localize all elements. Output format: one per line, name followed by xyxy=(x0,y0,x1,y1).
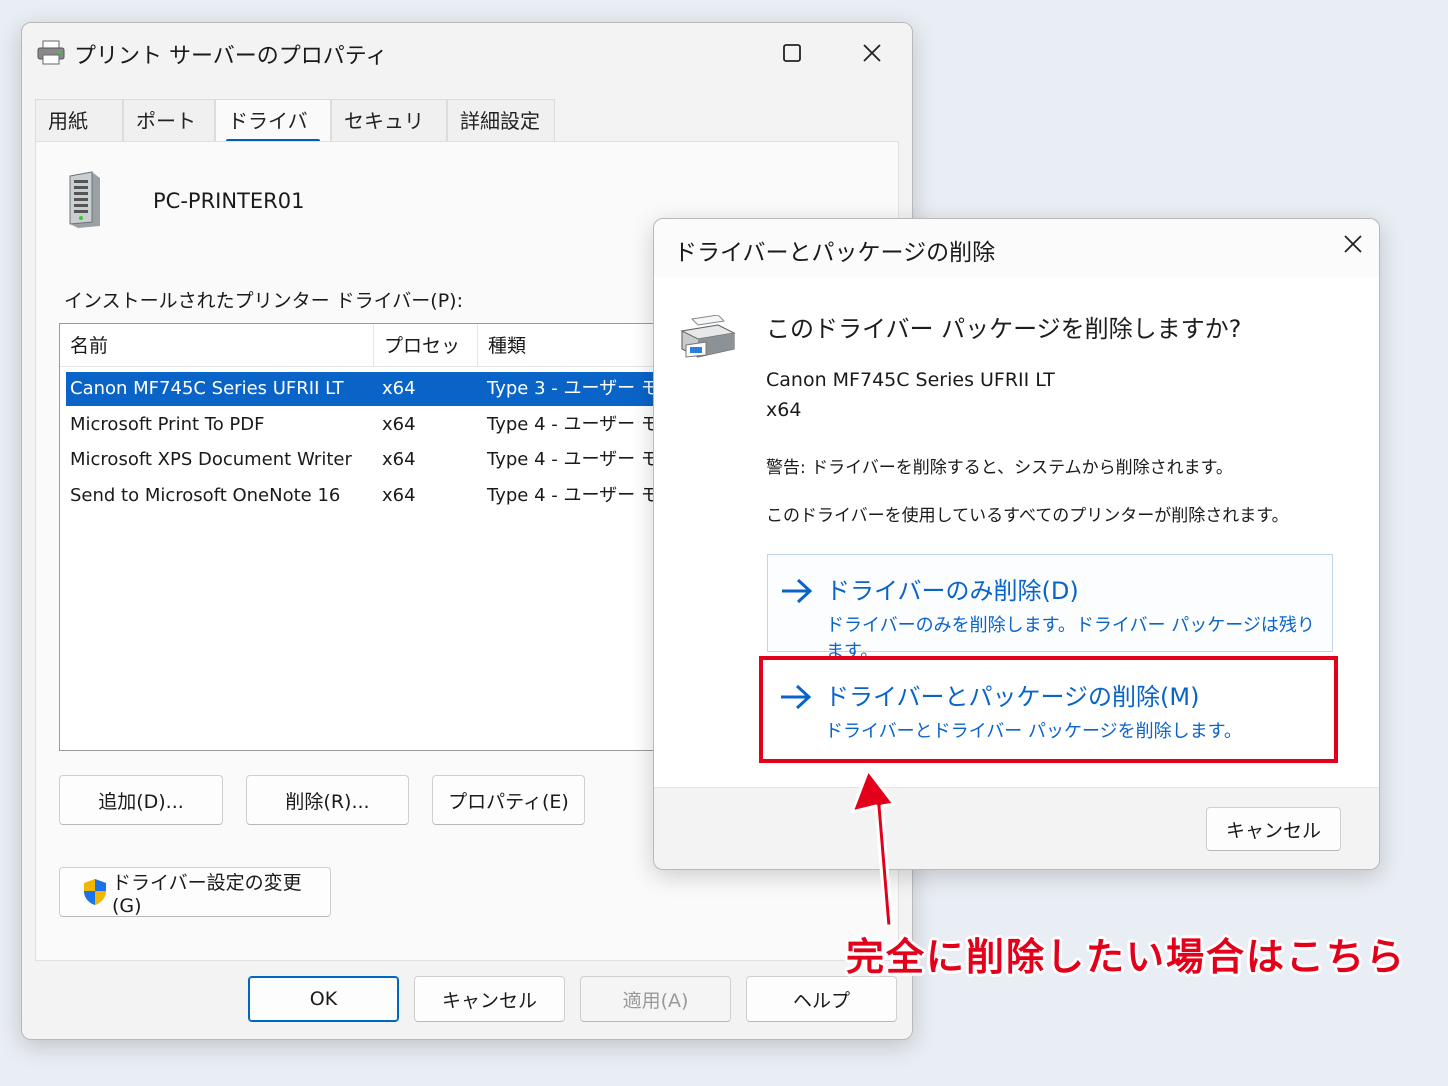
tab-label: ポート xyxy=(136,109,196,133)
tab-label: 詳細設定 xyxy=(460,109,540,133)
column-header-name[interactable]: 名前 xyxy=(60,324,374,366)
driver-list[interactable]: 名前 プロセッサ 種類 Canon MF745C Series UFRII LT… xyxy=(59,323,701,751)
ok-button[interactable]: OK xyxy=(248,976,399,1022)
driver-name: Microsoft Print To PDF xyxy=(70,414,265,435)
help-button[interactable]: ヘルプ xyxy=(746,976,897,1022)
printer-icon xyxy=(36,40,66,70)
tab-advanced[interactable]: 詳細設定 xyxy=(447,99,555,141)
dialog-close-button[interactable] xyxy=(1343,231,1363,261)
table-row[interactable]: Microsoft Print To PDF x64 Type 4 - ユーザー… xyxy=(66,408,700,442)
printer-icon xyxy=(678,314,738,367)
tab-label: 用紙 xyxy=(48,109,88,133)
maximize-icon xyxy=(783,44,801,62)
remove-driver-button[interactable]: 削除(R)... xyxy=(246,775,409,825)
dialog-driver-name: Canon MF745C Series UFRII LT xyxy=(766,369,1055,391)
arrow-right-icon xyxy=(780,577,814,609)
driver-name: Canon MF745C Series UFRII LT xyxy=(70,378,344,399)
driver-name: Microsoft XPS Document Writer xyxy=(70,449,352,470)
add-driver-button[interactable]: 追加(D)... xyxy=(59,775,223,825)
change-driver-settings-button[interactable]: ドライバー設定の変更(G) xyxy=(59,867,331,917)
warning-text: 警告: ドライバーを削除すると、システムから削除されます。 xyxy=(766,458,1233,478)
driver-processor: x64 xyxy=(382,414,416,435)
dialog-question: このドライバー パッケージを削除しますか? xyxy=(766,315,1242,343)
tab-security[interactable]: セキュリティ xyxy=(331,99,447,175)
driver-processor: x64 xyxy=(382,449,416,470)
table-row[interactable]: Send to Microsoft OneNote 16 x64 Type 4 … xyxy=(66,479,700,513)
warning-text-printers: このドライバーを使用しているすべてのプリンターが削除されます。 xyxy=(766,506,1289,526)
tab-paper[interactable]: 用紙 xyxy=(35,99,123,141)
dialog-driver-arch: x64 xyxy=(766,399,802,421)
remove-driver-package-dialog: ドライバーとパッケージの削除 このドライバー パッケージを削除しますか? Can… xyxy=(653,218,1380,870)
close-icon xyxy=(1344,235,1362,253)
driver-processor: x64 xyxy=(382,378,416,399)
list-header: 名前 プロセッサ 種類 xyxy=(60,324,700,401)
column-header-processor[interactable]: プロセッサ xyxy=(374,324,478,401)
option-title: ドライバーのみ削除(D) xyxy=(826,577,1079,605)
table-row[interactable]: Microsoft XPS Document Writer x64 Type 4… xyxy=(66,443,700,477)
dialog-cancel-button[interactable]: キャンセル xyxy=(1206,807,1341,851)
driver-name: Send to Microsoft OneNote 16 xyxy=(70,485,341,506)
tab-ports[interactable]: ポート xyxy=(123,99,215,141)
driver-processor: x64 xyxy=(382,485,416,506)
close-icon xyxy=(863,44,881,62)
annotation-text: 完全に削除したい場合はこちら xyxy=(846,935,1407,979)
column-label: 名前 xyxy=(70,335,109,357)
window-title: プリント サーバーのプロパティ xyxy=(74,44,388,69)
title-bar: プリント サーバーのプロパティ xyxy=(22,23,912,83)
cancel-button[interactable]: キャンセル xyxy=(414,976,565,1022)
tab-drivers[interactable]: ドライバー xyxy=(215,99,331,175)
driver-properties-button[interactable]: プロパティ(E) xyxy=(432,775,585,825)
remove-driver-only-option[interactable]: ドライバーのみ削除(D) ドライバーのみを削除します。ドライバー パッケージは残… xyxy=(767,554,1333,662)
installed-drivers-label: インストールされたプリンター ドライバー(P): xyxy=(64,290,463,312)
change-settings-label: ドライバー設定の変更(G) xyxy=(112,871,302,917)
apply-button[interactable]: 適用(A) xyxy=(580,976,731,1022)
dialog-footer: キャンセル xyxy=(654,787,1379,869)
table-row[interactable]: Canon MF745C Series UFRII LT x64 Type 3 … xyxy=(66,372,700,406)
column-label: 種類 xyxy=(488,335,527,357)
highlight-box xyxy=(759,656,1338,763)
close-button[interactable] xyxy=(854,37,890,69)
server-icon xyxy=(66,170,104,232)
uac-shield-icon xyxy=(82,878,108,906)
dialog-title: ドライバーとパッケージの削除 xyxy=(674,240,996,266)
server-name: PC-PRINTER01 xyxy=(153,189,305,213)
maximize-button[interactable] xyxy=(774,37,810,69)
